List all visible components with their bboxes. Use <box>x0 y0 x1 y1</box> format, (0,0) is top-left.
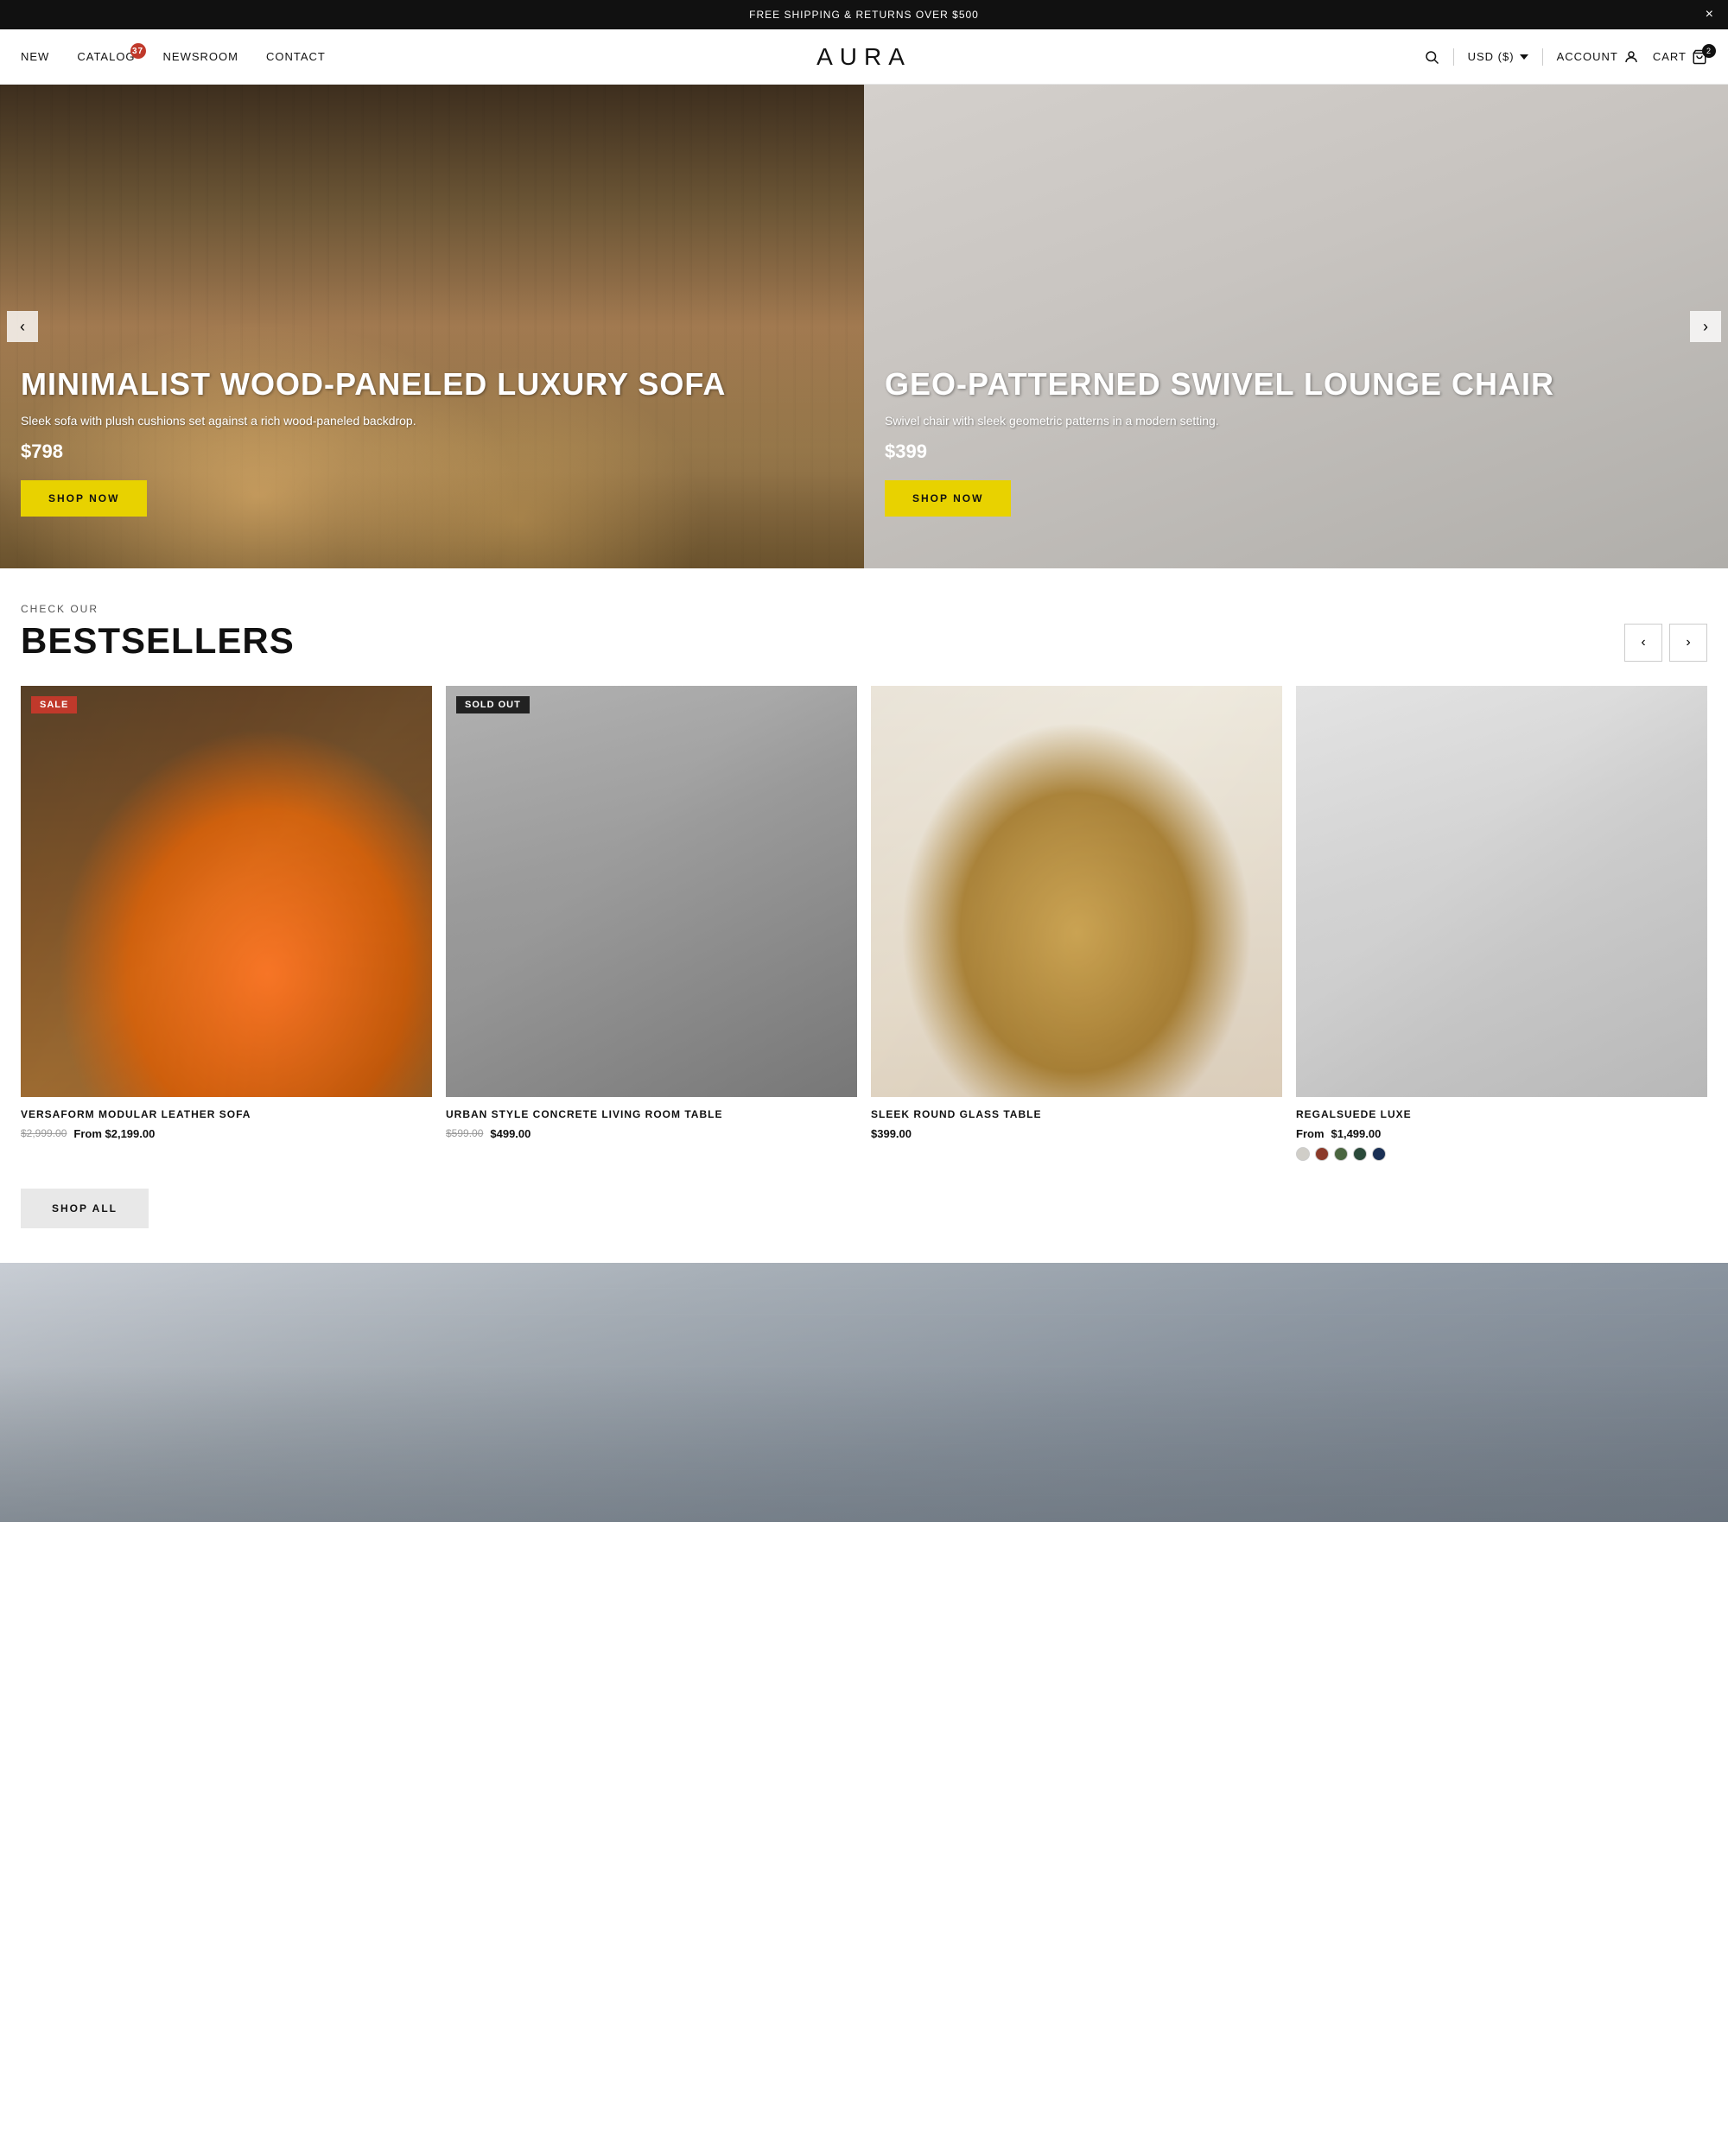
products-grid: SALE VERSAFORM MODULAR LEATHER SOFA $2,9… <box>21 686 1707 1161</box>
search-icon <box>1424 49 1439 65</box>
product-image-3[interactable] <box>871 686 1282 1097</box>
price-regular-4: $1,499.00 <box>1331 1127 1382 1140</box>
product-badge-sale-1: SALE <box>31 696 77 713</box>
product-image-4[interactable] <box>1296 686 1707 1097</box>
color-swatch-4[interactable] <box>1353 1147 1367 1161</box>
account-icon <box>1623 49 1639 65</box>
hero-panel-left: MINIMALIST WOOD-PANELED LUXURY SOFA Slee… <box>0 85 864 568</box>
hero-next-button[interactable]: › <box>1690 311 1721 342</box>
search-button[interactable] <box>1424 49 1439 65</box>
product-badge-sold-2: SOLD OUT <box>456 696 530 713</box>
hero-prev-button[interactable]: ‹ <box>7 311 38 342</box>
bestsellers-title: BESTSELLERS <box>21 620 295 662</box>
hero-content-left: MINIMALIST WOOD-PANELED LUXURY SOFA Slee… <box>21 367 843 517</box>
hero-description-left: Sleek sofa with plush cushions set again… <box>21 412 843 430</box>
hero-title-left: MINIMALIST WOOD-PANELED LUXURY SOFA <box>21 367 843 402</box>
product-card-2: SOLD OUT URBAN STYLE CONCRETE LIVING ROO… <box>446 686 857 1161</box>
nav-left: NEW CATALOG 37 NEWSROOM CONTACT <box>21 50 326 63</box>
shop-all-button[interactable]: SHOP ALL <box>21 1189 149 1228</box>
divider <box>1453 48 1454 66</box>
chevron-down-icon <box>1520 54 1528 60</box>
price-original-2: $599.00 <box>446 1127 483 1139</box>
nav-item-newsroom[interactable]: NEWSROOM <box>163 50 238 63</box>
cart-button[interactable]: CART 2 <box>1653 49 1707 65</box>
hero-price-right: $399 <box>885 441 1707 463</box>
carousel-next-button[interactable]: › <box>1669 624 1707 662</box>
color-swatch-2[interactable] <box>1315 1147 1329 1161</box>
hero-cta-right[interactable]: SHOP NOW <box>885 480 1011 517</box>
color-swatches-4 <box>1296 1147 1707 1161</box>
color-swatch-1[interactable] <box>1296 1147 1310 1161</box>
hero-price-left: $798 <box>21 441 843 463</box>
close-icon[interactable]: × <box>1706 8 1714 22</box>
product-card-4: REGALSUEDE LUXE From $1,499.00 <box>1296 686 1707 1161</box>
price-original-1: $2,999.00 <box>21 1127 67 1139</box>
bottom-image-section <box>0 1263 1728 1522</box>
price-sale-2: $499.00 <box>490 1127 530 1140</box>
price-sale-1: From $2,199.00 <box>73 1127 155 1140</box>
product-name-1: VERSAFORM MODULAR LEATHER SOFA <box>21 1107 432 1122</box>
product-prices-3: $399.00 <box>871 1127 1282 1140</box>
hero-description-right: Swivel chair with sleek geometric patter… <box>885 412 1707 430</box>
divider <box>1542 48 1543 66</box>
product-card-1: SALE VERSAFORM MODULAR LEATHER SOFA $2,9… <box>21 686 432 1161</box>
currency-selector[interactable]: USD ($) <box>1468 50 1528 63</box>
announcement-text: FREE SHIPPING & RETURNS OVER $500 <box>749 9 979 21</box>
catalog-badge: 37 <box>130 43 146 59</box>
hero-panel-right: GEO-PATTERNED SWIVEL LOUNGE CHAIR Swivel… <box>864 85 1728 568</box>
product-name-3: SLEEK ROUND GLASS TABLE <box>871 1107 1282 1122</box>
product-prices-1: $2,999.00 From $2,199.00 <box>21 1127 432 1140</box>
hero-content-right: GEO-PATTERNED SWIVEL LOUNGE CHAIR Swivel… <box>885 367 1707 517</box>
cart-count: 2 <box>1702 44 1716 58</box>
nav-item-contact[interactable]: CONTACT <box>266 50 326 63</box>
account-button[interactable]: ACCOUNT <box>1557 49 1639 65</box>
product-name-4: REGALSUEDE LUXE <box>1296 1107 1707 1122</box>
bestsellers-header: CHECK OUR BESTSELLERS ‹ › <box>21 603 1707 662</box>
logo: AURA <box>816 43 912 71</box>
product-prices-4: From $1,499.00 <box>1296 1127 1707 1140</box>
product-image-2[interactable]: SOLD OUT <box>446 686 857 1097</box>
carousel-prev-button[interactable]: ‹ <box>1624 624 1662 662</box>
product-prices-2: $599.00 $499.00 <box>446 1127 857 1140</box>
color-swatch-3[interactable] <box>1334 1147 1348 1161</box>
bestsellers-subtitle: CHECK OUR <box>21 603 295 615</box>
nav-item-catalog[interactable]: CATALOG 37 <box>77 50 135 63</box>
hero-title-right: GEO-PATTERNED SWIVEL LOUNGE CHAIR <box>885 367 1707 402</box>
price-prefix-4: From <box>1296 1127 1325 1140</box>
hero-cta-left[interactable]: SHOP NOW <box>21 480 147 517</box>
announcement-bar: FREE SHIPPING & RETURNS OVER $500 × <box>0 0 1728 29</box>
carousel-controls: ‹ › <box>1624 624 1707 662</box>
header: NEW CATALOG 37 NEWSROOM CONTACT AURA USD… <box>0 29 1728 85</box>
price-regular-3: $399.00 <box>871 1127 912 1140</box>
hero-section: ‹ MINIMALIST WOOD-PANELED LUXURY SOFA Sl… <box>0 85 1728 568</box>
nav-right: USD ($) ACCOUNT CART 2 <box>1424 48 1707 66</box>
product-name-2: URBAN STYLE CONCRETE LIVING ROOM TABLE <box>446 1107 857 1122</box>
bestsellers-section: CHECK OUR BESTSELLERS ‹ › SALE VERSAFORM… <box>0 568 1728 1263</box>
bestsellers-title-group: CHECK OUR BESTSELLERS <box>21 603 295 662</box>
nav-item-new[interactable]: NEW <box>21 50 49 63</box>
product-image-1[interactable]: SALE <box>21 686 432 1097</box>
color-swatch-5[interactable] <box>1372 1147 1386 1161</box>
product-card-3: SLEEK ROUND GLASS TABLE $399.00 <box>871 686 1282 1161</box>
